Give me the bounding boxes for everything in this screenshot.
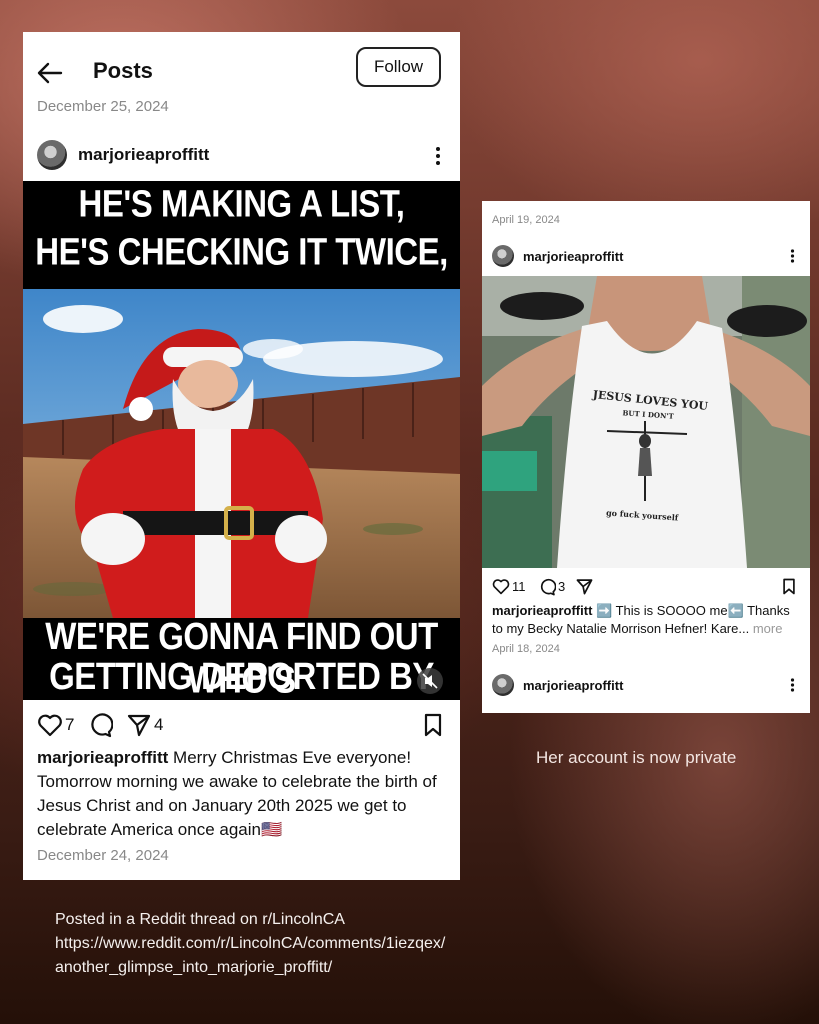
arrow-left-icon[interactable] — [37, 60, 63, 86]
post-date: December 24, 2024 — [37, 847, 169, 864]
caption-more-link[interactable]: more — [753, 621, 783, 636]
more-vertical-icon[interactable] — [435, 146, 441, 166]
post-actions-bar: 7 4 — [23, 710, 460, 742]
meme-top-text: HE'S MAKING A LIST, HE'S CHECKING IT TWI… — [23, 181, 460, 289]
like-count: 11 — [512, 579, 526, 594]
footer-line-1: Posted in a Reddit thread on r/LincolnCA — [55, 911, 345, 928]
heart-icon[interactable] — [492, 578, 510, 595]
send-icon[interactable] — [576, 578, 593, 595]
post-author-row[interactable]: marjorieaproffitt — [23, 136, 460, 176]
post-author-row[interactable]: marjorieaproffitt — [482, 241, 810, 271]
post-actions-bar: 11 3 — [482, 575, 810, 599]
private-account-note: Her account is now private — [536, 748, 737, 767]
like-count: 7 — [65, 715, 75, 734]
more-vertical-icon[interactable] — [790, 249, 795, 263]
post-media-meme[interactable]: HE'S MAKING A LIST, HE'S CHECKING IT TWI… — [23, 181, 460, 700]
username[interactable]: marjorieaproffitt — [78, 145, 209, 165]
meme-bottom-line-2: GETTING DEPORTED BY ICE... — [49, 654, 434, 700]
caption-username[interactable]: marjorieaproffitt — [492, 603, 592, 618]
bookmark-icon[interactable] — [423, 713, 443, 737]
meme-top-line-1: HE'S MAKING A LIST, — [78, 182, 405, 225]
left-post-card: Posts Follow December 25, 2024 marjoriea… — [23, 32, 460, 880]
footer-url-line-1: https://www.reddit.com/r/LincolnCA/comme… — [55, 935, 446, 952]
page-title: Posts — [93, 58, 153, 83]
more-vertical-icon[interactable] — [790, 678, 795, 692]
source-footer: Posted in a Reddit thread on r/LincolnCA… — [55, 908, 575, 980]
send-icon[interactable] — [127, 713, 151, 737]
meme-top-line-2: HE'S CHECKING IT TWICE, — [35, 230, 448, 273]
bookmark-icon[interactable] — [782, 578, 796, 595]
post-caption: marjorieaproffitt Merry Christmas Eve ev… — [37, 746, 452, 842]
caption-username[interactable]: marjorieaproffitt — [37, 748, 168, 767]
heart-icon[interactable] — [37, 713, 63, 737]
comment-icon[interactable] — [87, 712, 113, 738]
avatar[interactable] — [37, 140, 67, 170]
username[interactable]: marjorieaproffitt — [523, 678, 623, 693]
santa-border-photo — [23, 289, 460, 618]
avatar[interactable] — [492, 245, 514, 267]
meme-bottom-text: WE'RE GONNA FIND OUT WHO'S GETTING DEPOR… — [23, 614, 460, 700]
post-media-shirt-photo[interactable]: JESUS LOVES YOU BUT I DON'T go fuck your… — [482, 276, 810, 568]
username[interactable]: marjorieaproffitt — [523, 249, 623, 264]
mute-icon[interactable] — [417, 668, 443, 694]
share-count: 4 — [154, 715, 164, 734]
post-caption: marjorieaproffitt ➡️ This is SOOOO me⬅️ … — [492, 602, 804, 638]
avatar[interactable] — [492, 674, 514, 696]
comment-icon[interactable] — [538, 578, 556, 596]
comment-count: 3 — [558, 579, 566, 594]
follow-button[interactable]: Follow — [356, 47, 441, 87]
right-post-card: April 19, 2024 marjorieaproffitt JESUS L… — [482, 201, 810, 713]
post-date-top: December 25, 2024 — [37, 98, 169, 115]
footer-url-line-2: another_glimpse_into_marjorie_proffitt/ — [55, 959, 333, 976]
post-date: April 18, 2024 — [492, 643, 560, 655]
post-date-top: April 19, 2024 — [492, 214, 560, 226]
next-post-author-row[interactable]: marjorieaproffitt — [482, 671, 810, 701]
